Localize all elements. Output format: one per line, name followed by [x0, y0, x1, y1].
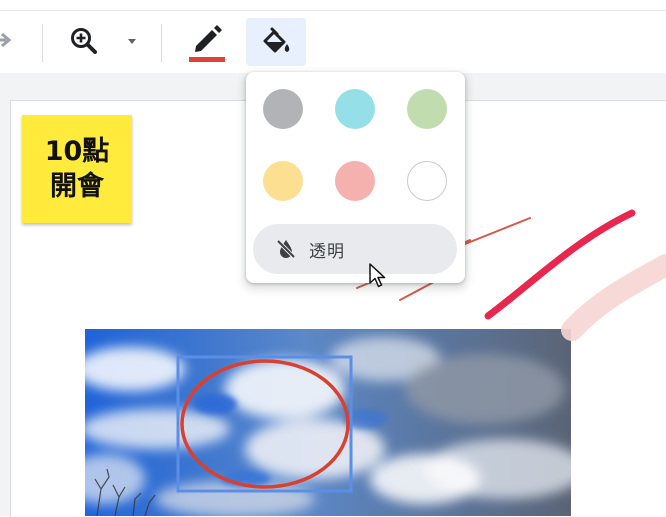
transparent-label: 透明 — [309, 241, 345, 261]
swatch-white[interactable] — [407, 161, 447, 201]
redo-icon — [0, 32, 12, 48]
swatch-light-blue[interactable] — [335, 89, 375, 129]
sticky-note[interactable]: 10點 開會 — [22, 115, 132, 223]
sticky-note-line: 10點 — [44, 136, 110, 167]
sky-photo-image — [85, 329, 571, 516]
toolbar — [0, 11, 666, 73]
sticky-note-line: 開會 — [50, 171, 104, 202]
fill-button[interactable] — [246, 18, 306, 66]
redo-button[interactable] — [0, 23, 20, 57]
zoom-in-button[interactable] — [66, 23, 102, 59]
fill-color-menu: 透明 — [246, 72, 465, 283]
toolbar-separator — [161, 24, 162, 62]
window-top-strip — [0, 0, 666, 11]
transparent-fill-button[interactable]: 透明 — [253, 224, 457, 274]
toolbar-separator — [42, 24, 43, 62]
swatch-light-yellow[interactable] — [263, 161, 303, 201]
swatch-light-red[interactable] — [335, 161, 375, 201]
pen-button[interactable] — [186, 18, 228, 62]
zoom-dropdown-button[interactable] — [122, 33, 142, 51]
mouse-cursor-icon — [369, 263, 386, 288]
dropdown-arrow-icon — [128, 39, 136, 44]
fill-bucket-icon — [263, 27, 290, 53]
sky-photo[interactable] — [85, 329, 571, 516]
swatch-gray[interactable] — [263, 89, 303, 129]
pen-icon — [195, 25, 222, 52]
zoom-in-icon — [71, 28, 97, 54]
no-fill-icon — [276, 239, 296, 259]
swatch-light-green[interactable] — [407, 89, 447, 129]
pen-color-indicator — [189, 57, 225, 62]
